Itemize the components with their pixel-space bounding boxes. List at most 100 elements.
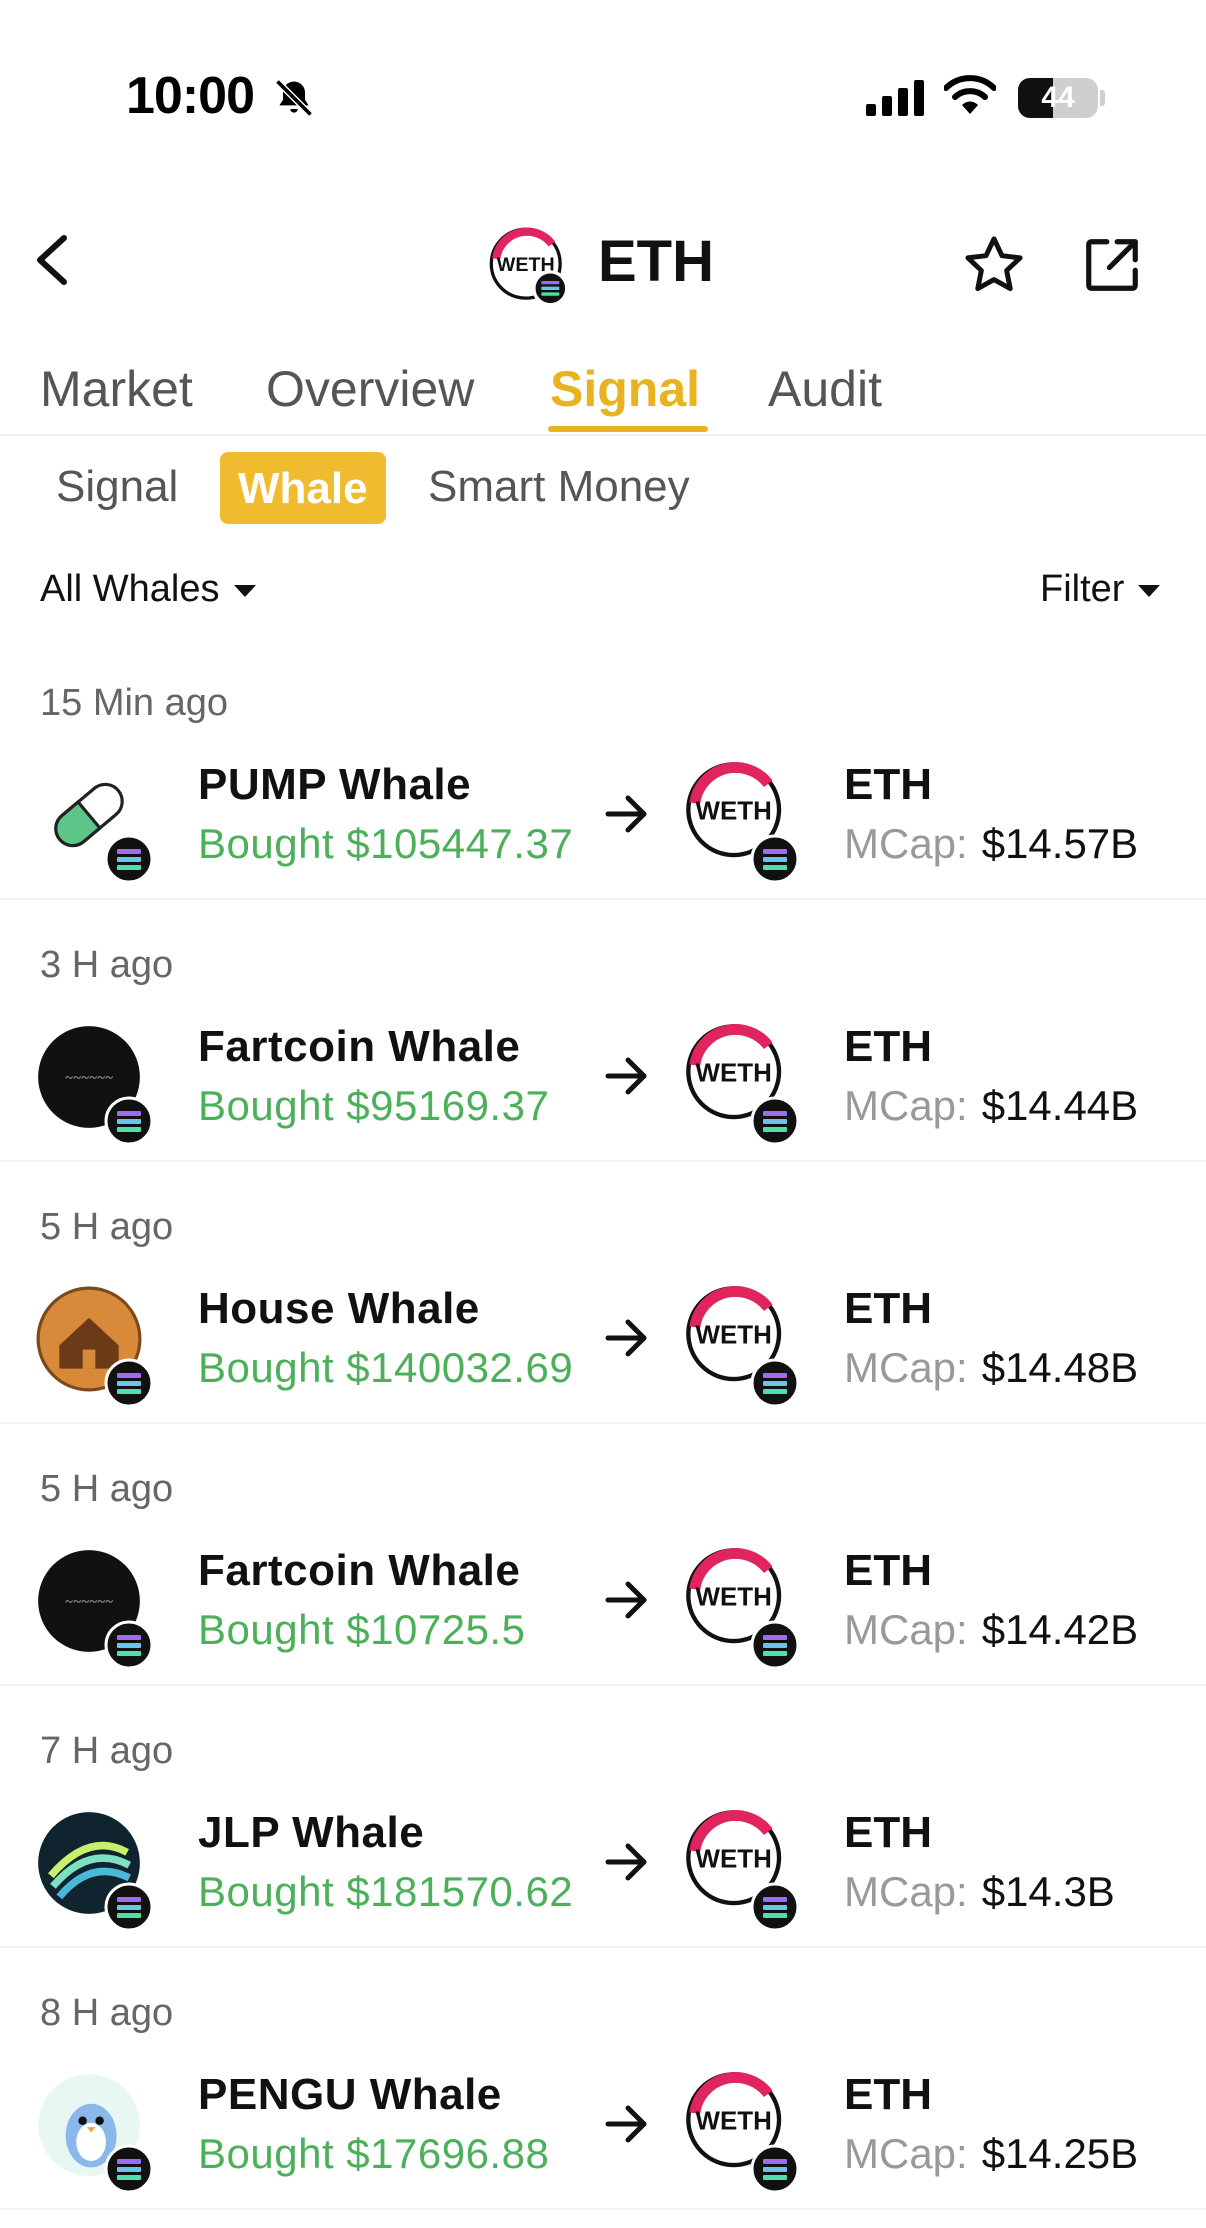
- bought-amount: Bought $181570.62: [198, 1868, 574, 1915]
- whale-trade-row[interactable]: 5 H ago House Whale Bought $140032.69 WETH E…: [0, 1164, 1206, 1424]
- svg-text:WETH: WETH: [696, 1845, 772, 1873]
- mcap-label: MCap:: [844, 1868, 968, 1915]
- battery-cap: [1100, 90, 1105, 106]
- mcap-value: $14.44B: [981, 1082, 1139, 1129]
- svg-text:~~~~~~: ~~~~~~: [65, 1070, 113, 1086]
- whale-trade-row[interactable]: 5 H ago ~~~~~~ Fartcoin Whale Bought $10725…: [0, 1426, 1206, 1686]
- battery-indicator: 44: [1018, 78, 1098, 118]
- market-cap: MCap: $14.3B: [844, 1868, 1115, 1916]
- solana-badge-icon: [750, 834, 800, 884]
- solana-badge-icon: [104, 1882, 154, 1932]
- solana-badge-icon: [104, 2144, 154, 2194]
- bought-amount: Bought $95169.37: [198, 1082, 550, 1129]
- whale-name: Fartcoin Whale: [198, 1546, 521, 1595]
- battery-level: 44: [1041, 81, 1075, 114]
- whale-name: House Whale: [198, 1284, 480, 1333]
- whale-name: Fartcoin Whale: [198, 1022, 521, 1071]
- trade-time: 5 H ago: [40, 1206, 174, 1248]
- market-cap: MCap: $14.42B: [844, 1606, 1138, 1654]
- mcap-label: MCap:: [844, 1344, 968, 1391]
- market-cap: MCap: $14.48B: [844, 1344, 1138, 1392]
- solana-badge-icon: [104, 1096, 154, 1146]
- weth-token-icon: WETH: [489, 227, 569, 307]
- target-token-name: ETH: [844, 1546, 932, 1595]
- subtab-smart-money[interactable]: Smart Money: [428, 462, 690, 512]
- svg-text:WETH: WETH: [696, 2107, 772, 2135]
- whale-trade-row[interactable]: 15 Min ago PUMP Whale Bought $105447.37 WET…: [0, 640, 1206, 900]
- subtab-signal[interactable]: Signal: [56, 462, 178, 512]
- whale-name: JLP Whale: [198, 1808, 425, 1857]
- whale-trade-row[interactable]: 3 H ago ~~~~~~ Fartcoin Whale Bought $95169…: [0, 902, 1206, 1162]
- trade-time: 15 Min ago: [40, 682, 229, 724]
- mcap-value: $14.57B: [981, 820, 1139, 867]
- mcap-label: MCap:: [844, 2130, 968, 2177]
- market-cap: MCap: $14.57B: [844, 820, 1138, 868]
- solana-badge-icon: [104, 1358, 154, 1408]
- bought-amount: Bought $10725.5: [198, 1606, 526, 1653]
- bought-amount: Bought $105447.37: [198, 820, 574, 867]
- solana-badge-icon: [750, 1358, 800, 1408]
- svg-text:~~~~~~: ~~~~~~: [65, 1594, 113, 1610]
- arrow-right-icon: [605, 1843, 647, 1881]
- status-time: 10:00: [126, 67, 255, 125]
- mcap-value: $14.42B: [981, 1606, 1139, 1653]
- target-token-name: ETH: [844, 760, 932, 809]
- svg-text:WETH: WETH: [696, 1583, 772, 1611]
- arrow-right-icon: [605, 2105, 647, 2143]
- solana-badge-icon: [750, 1096, 800, 1146]
- target-token-name: ETH: [844, 1022, 932, 1071]
- whale-trade-row[interactable]: 7 H ago JLP Whale Bought $181570.62 WETH ETH…: [0, 1688, 1206, 1948]
- trade-time: 7 H ago: [40, 1730, 174, 1772]
- mcap-label: MCap:: [844, 1082, 968, 1129]
- bought-amount: Bought $140032.69: [198, 1344, 574, 1391]
- mcap-label: MCap:: [844, 820, 968, 867]
- filter-dropdown[interactable]: Filter: [1040, 568, 1161, 611]
- tab-audit[interactable]: Audit: [768, 360, 882, 418]
- filter-dropdown-label: Filter: [1040, 568, 1125, 610]
- caret-down-icon: [1138, 584, 1161, 597]
- svg-text:WETH: WETH: [696, 1059, 772, 1087]
- tab-market[interactable]: Market: [40, 360, 193, 418]
- active-tab-indicator: [548, 426, 708, 432]
- wifi-icon: [944, 75, 996, 114]
- tab-overview[interactable]: Overview: [266, 360, 474, 418]
- whale-name: PENGU Whale: [198, 2070, 502, 2119]
- trade-time: 8 H ago: [40, 1992, 174, 2034]
- target-token-name: ETH: [844, 1808, 932, 1857]
- back-icon[interactable]: [30, 232, 74, 288]
- target-token-name: ETH: [844, 2070, 932, 2119]
- subtab-whale[interactable]: Whale: [220, 452, 386, 524]
- solana-badge-icon: [104, 834, 154, 884]
- solana-badge-icon: [750, 1620, 800, 1670]
- mcap-value: $14.25B: [981, 2130, 1139, 2177]
- arrow-right-icon: [605, 1319, 647, 1357]
- bell-slash-icon: [275, 79, 313, 117]
- caret-down-icon: [233, 584, 256, 597]
- whale-trade-row[interactable]: 8 H ago PENGU Whale Bought $17696.88 WETH ET…: [0, 1950, 1206, 2210]
- solana-badge-icon: [104, 1620, 154, 1670]
- arrow-right-icon: [605, 795, 647, 833]
- svg-text:WETH: WETH: [696, 797, 772, 825]
- trade-time: 5 H ago: [40, 1468, 174, 1510]
- star-icon[interactable]: [960, 232, 1028, 298]
- svg-text:WETH: WETH: [696, 1321, 772, 1349]
- bought-amount: Bought $17696.88: [198, 2130, 550, 2177]
- whale-name: PUMP Whale: [198, 760, 472, 809]
- target-token-name: ETH: [844, 1284, 932, 1333]
- solana-badge-icon: [750, 2144, 800, 2194]
- solana-badge-icon: [750, 1882, 800, 1932]
- main-tabs: Market Overview Signal Audit: [0, 360, 1206, 436]
- page-title: ETH: [598, 229, 714, 294]
- tab-signal[interactable]: Signal: [550, 360, 700, 418]
- share-icon[interactable]: [1080, 234, 1144, 296]
- arrow-right-icon: [605, 1057, 647, 1095]
- market-cap: MCap: $14.25B: [844, 2130, 1138, 2178]
- arrow-right-icon: [605, 1581, 647, 1619]
- mcap-value: $14.48B: [981, 1344, 1139, 1391]
- cellular-signal-icon: [866, 80, 924, 116]
- trade-time: 3 H ago: [40, 944, 174, 986]
- mcap-label: MCap:: [844, 1606, 968, 1653]
- whales-dropdown[interactable]: All Whales: [40, 568, 256, 611]
- market-cap: MCap: $14.44B: [844, 1082, 1138, 1130]
- mcap-value: $14.3B: [981, 1868, 1115, 1915]
